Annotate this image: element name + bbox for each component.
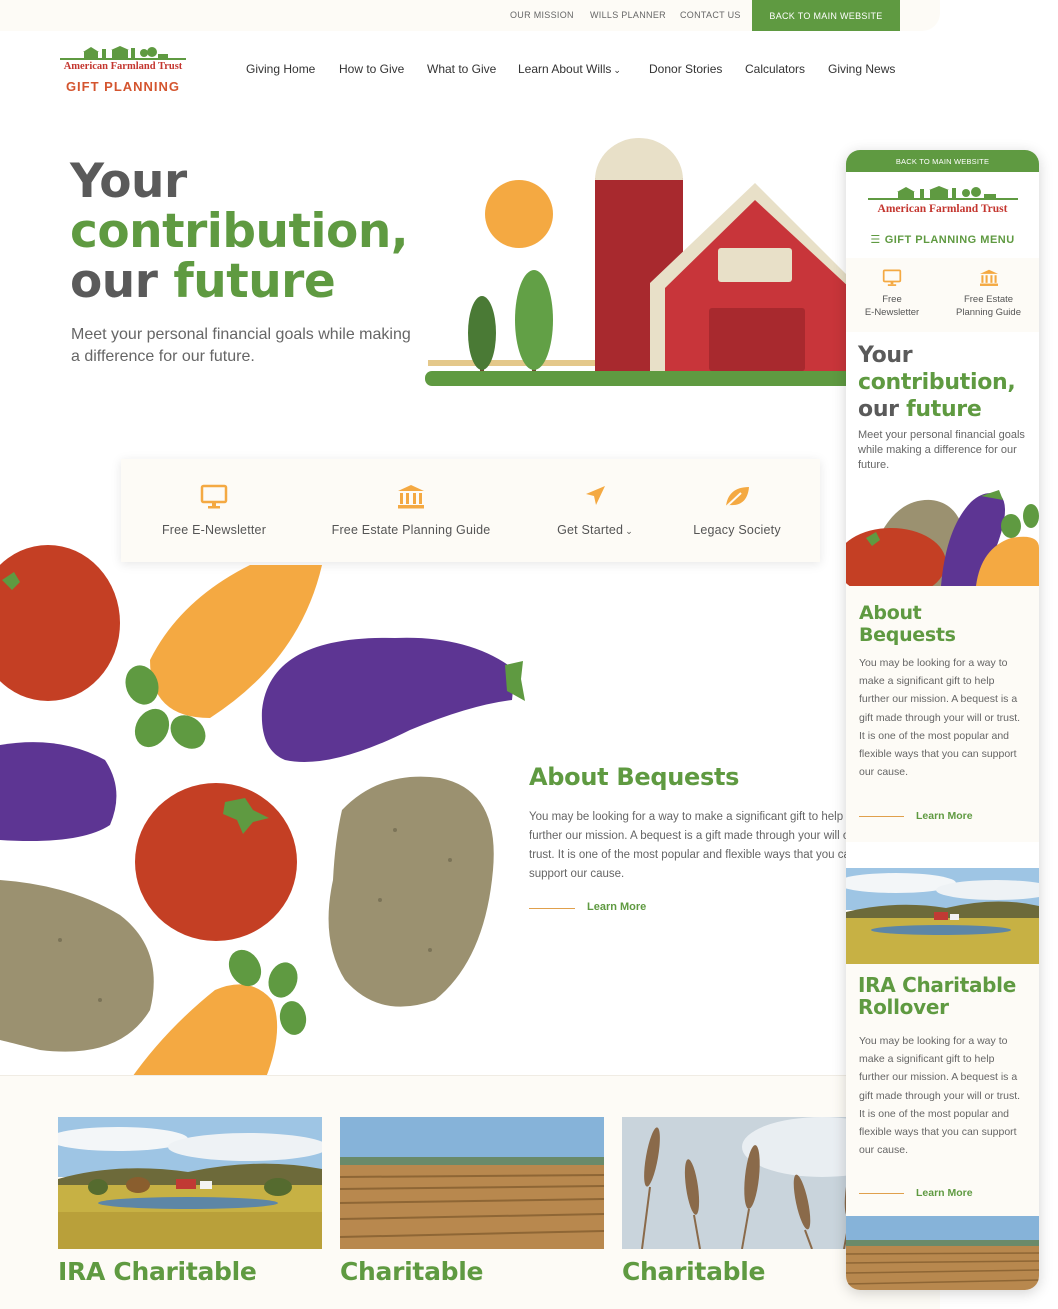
nav-giving-home[interactable]: Giving Home: [246, 62, 315, 76]
hero-subtitle: Meet your personal financial goals while…: [71, 326, 411, 365]
quick-link-legacy-society-label: Legacy Society: [693, 523, 781, 537]
mobile-ira-learn-more-link[interactable]: Learn More: [916, 1187, 973, 1199]
learn-more-line: [529, 908, 575, 909]
hero-title-line3a: our: [70, 254, 158, 309]
mobile-hero-subtitle: Meet your personal financial goals while…: [858, 429, 1025, 471]
mobile-ql-newsletter-line1: Free: [882, 294, 902, 305]
charitable-card-image-1[interactable]: [340, 1117, 604, 1249]
hamburger-menu-icon: ☰: [870, 234, 881, 246]
mobile-ql-newsletter-line2: E-Newsletter: [864, 306, 920, 318]
hero-title-line1: Your: [70, 154, 187, 209]
mobile-bequests-learn-more-link[interactable]: Learn More: [916, 810, 973, 822]
utility-bar: OUR MISSION WILLS PLANNER CONTACT US BAC…: [0, 0, 940, 31]
mobile-ql-estate-line1: Free Estate: [963, 294, 1014, 305]
mobile-quick-link-newsletter-label: Free E-Newsletter: [846, 294, 938, 319]
logo-name: American Farmland Trust: [63, 61, 183, 72]
mobile-ira-title-line1: IRA Charitable: [858, 973, 1017, 997]
mobile-bequests-title-line2: Bequests: [859, 624, 956, 646]
logo-subtitle: GIFT PLANNING: [65, 79, 181, 94]
quick-link-get-started[interactable]: Get Started ⌄: [515, 459, 675, 562]
ira-card-title[interactable]: IRA Charitable: [58, 1257, 257, 1286]
quick-link-estate-guide-label: Free Estate Planning Guide: [331, 523, 491, 537]
our-mission-link[interactable]: OUR MISSION: [510, 10, 574, 20]
nav-learn-about-wills[interactable]: Learn About Wills ⌄: [518, 62, 621, 76]
farm-silhouette-icon: [868, 186, 1018, 200]
desktop-view: OUR MISSION WILLS PLANNER CONTACT US BAC…: [0, 0, 940, 1309]
nav-calculators[interactable]: Calculators: [745, 62, 805, 76]
mobile-quick-link-newsletter[interactable]: Free E-Newsletter: [846, 258, 938, 332]
contact-us-link[interactable]: CONTACT US: [680, 10, 741, 20]
mobile-ira-title-line2: Rollover: [858, 995, 949, 1019]
mobile-hero-line3b: future: [906, 397, 982, 422]
monitor-icon: [882, 269, 902, 286]
monitor-icon: [200, 484, 228, 509]
mobile-ira-image[interactable]: [846, 868, 1039, 964]
quick-link-get-started-label: Get Started ⌄: [515, 523, 675, 537]
hero-title-line2: contribution,: [70, 204, 409, 259]
mobile-bequests-body: You may be looking for a way to make a s…: [859, 657, 1021, 779]
vegetables-illustration: [0, 545, 525, 1080]
bequests-body: You may be looking for a way to make a s…: [529, 811, 857, 880]
mobile-quick-link-estate-guide-label: Free Estate Planning Guide: [938, 294, 1039, 319]
mobile-bequests-card: About Bequests You may be looking for a …: [846, 586, 1039, 842]
mobile-ql-estate-line2: Planning Guide: [956, 306, 1021, 318]
wills-planner-link[interactable]: WILLS PLANNER: [590, 10, 666, 20]
mobile-hero-line2: contribution,: [858, 370, 1016, 395]
mobile-back-to-main-button[interactable]: BACK TO MAIN WEBSITE: [846, 150, 1039, 172]
logo[interactable]: American Farmland Trust GIFT PLANNING: [60, 46, 188, 98]
charitable-card-title-2[interactable]: Charitable: [622, 1257, 765, 1286]
nav-how-to-give[interactable]: How to Give: [339, 62, 404, 76]
quick-link-newsletter-label: Free E-Newsletter: [161, 523, 267, 537]
chevron-down-icon: ⌄: [625, 526, 633, 536]
nav-learn-about-wills-label: Learn About Wills: [518, 62, 612, 76]
charitable-card-title-1[interactable]: Charitable: [340, 1257, 483, 1286]
mobile-view: BACK TO MAIN WEBSITE American Farmland T…: [846, 150, 1039, 1290]
bequests-learn-more-link[interactable]: Learn More: [587, 901, 646, 913]
mobile-menu-label: GIFT PLANNING MENU: [884, 234, 1015, 246]
mobile-logo-name[interactable]: American Farmland Trust: [846, 203, 1039, 215]
farm-silhouette-icon: [60, 46, 186, 60]
chevron-down-icon: ⌄: [613, 65, 621, 75]
mobile-menu-button[interactable]: ☰ GIFT PLANNING MENU: [846, 233, 1039, 246]
mobile-hero-line3a: our: [858, 397, 899, 422]
get-started-text: Get Started: [557, 523, 624, 537]
learn-more-line: [859, 1193, 904, 1194]
mobile-ira-title: IRA Charitable Rollover: [858, 974, 1016, 1018]
nav-donor-stories[interactable]: Donor Stories: [649, 62, 722, 76]
navigation-arrow-icon: [586, 486, 605, 505]
nav-giving-news[interactable]: Giving News: [828, 62, 895, 76]
mobile-bequests-title: About Bequests: [859, 602, 956, 646]
mobile-bequests-title-line1: About: [859, 602, 922, 624]
bank-icon: [979, 269, 998, 286]
mobile-quick-links: Free E-Newsletter Free Estate Planning G…: [846, 258, 1039, 332]
bank-icon: [398, 485, 424, 509]
mobile-hero-line1: Your: [858, 343, 913, 368]
leaf-icon: [725, 487, 749, 508]
ira-card-image[interactable]: [58, 1117, 322, 1249]
learn-more-line: [859, 816, 904, 817]
mobile-quick-link-estate-guide[interactable]: Free Estate Planning Guide: [938, 258, 1039, 332]
nav-what-to-give[interactable]: What to Give: [427, 62, 496, 76]
quick-link-legacy-society[interactable]: Legacy Society: [675, 459, 799, 562]
hero-title: Your contribution, our future: [70, 154, 409, 309]
bequests-title: About Bequests: [529, 763, 740, 791]
mobile-ira-card: IRA Charitable Rollover You may be looki…: [846, 964, 1039, 1216]
back-to-main-website-button[interactable]: BACK TO MAIN WEBSITE: [752, 0, 900, 31]
mobile-hero-title: Your contribution, our future: [858, 342, 1016, 423]
hero-title-line3b: future: [173, 254, 336, 309]
mobile-ira-body: You may be looking for a way to make a s…: [859, 1035, 1021, 1157]
mobile-field-image[interactable]: [846, 1216, 1039, 1290]
mobile-vegetables-illustration: [846, 490, 1039, 586]
barn-illustration: [425, 138, 855, 386]
